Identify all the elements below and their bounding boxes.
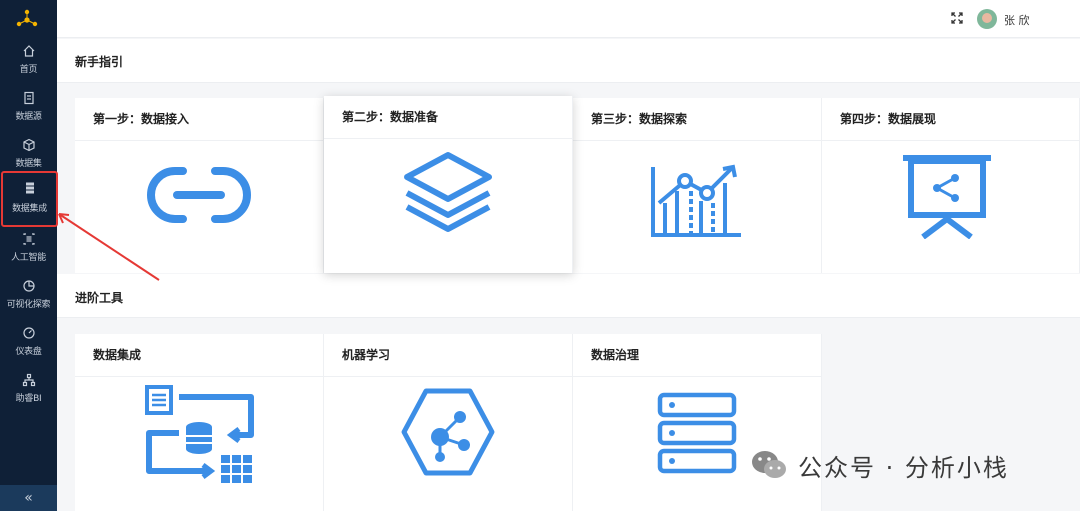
pie-chart-icon: [22, 280, 35, 292]
guide-section-title: 新手指引: [75, 55, 124, 69]
sidebar-item-label: 可视化探索: [6, 300, 51, 310]
tool-card-machine-learning[interactable]: 机器学习: [324, 334, 573, 511]
annotation-arrow: [58, 213, 160, 281]
avatar[interactable]: [977, 9, 997, 29]
card-title: 第二步：数据准备: [324, 96, 572, 139]
watermark: 公众号 · 分析小栈: [750, 446, 1009, 484]
tool-card-data-integration[interactable]: 数据集成: [75, 334, 324, 511]
card-title: 数据治理: [573, 334, 821, 377]
sidebar-item-visual-explore[interactable]: 可视化探索: [0, 275, 57, 319]
data-governance-icon: [657, 392, 737, 474]
app-logo-icon[interactable]: [15, 8, 39, 30]
datasource-icon: [23, 91, 34, 105]
advanced-section-header: [57, 274, 1080, 318]
sidebar-item-label: 数据集: [15, 159, 42, 169]
collapse-sidebar-button[interactable]: «: [0, 485, 57, 511]
data-integration-icon: [145, 385, 254, 483]
sidebar-item-label: 助睿BI: [15, 394, 42, 404]
guide-card-data-display[interactable]: 第四步：数据展现: [822, 98, 1080, 273]
guide-section-header: [57, 39, 1080, 83]
wechat-logo-icon: [752, 451, 786, 478]
tool-card-data-governance[interactable]: 数据治理: [573, 334, 822, 511]
watermark-text: 公众号 · 分析小栈: [798, 453, 1009, 482]
card-title: 第四步：数据展现: [822, 98, 1079, 141]
sidebar-item-dashboard[interactable]: 仪表盘: [0, 322, 57, 366]
sidebar: 首页 数据源 数据集 数据集成 人工智能 可视化探索 仪表盘 助睿BI «: [0, 0, 58, 511]
card-title: 数据集成: [75, 334, 323, 377]
card-title: 第三步：数据探索: [573, 98, 821, 141]
layers-icon: [404, 152, 492, 232]
advanced-section-title: 进阶工具: [75, 291, 124, 305]
sidebar-item-label: 人工智能: [11, 253, 46, 263]
sidebar-item-label: 仪表盘: [15, 347, 42, 357]
card-title: 第一步：数据接入: [75, 98, 323, 141]
sidebar-item-zhurui-bi[interactable]: 助睿BI: [0, 369, 57, 413]
sidebar-item-datasource[interactable]: 数据源: [0, 87, 57, 131]
home-icon: [23, 45, 34, 57]
sidebar-item-label: 数据集成: [12, 204, 47, 214]
trend-chart-icon: [651, 164, 741, 237]
machine-learning-icon: [401, 388, 495, 476]
username[interactable]: 张 欣: [1004, 12, 1030, 28]
guide-card-data-explore[interactable]: 第三步：数据探索: [573, 98, 822, 273]
sidebar-item-label: 数据源: [15, 112, 42, 122]
sidebar-item-ai[interactable]: 人工智能: [0, 228, 57, 272]
sidebar-item-data-integration[interactable]: 数据集成: [1, 171, 58, 227]
top-bar: 张 欣: [57, 0, 1080, 38]
org-chart-icon: [22, 373, 35, 387]
cube-icon: [22, 138, 35, 152]
fullscreen-icon[interactable]: [950, 11, 964, 25]
guide-card-data-prep[interactable]: 第二步：数据准备: [324, 96, 573, 273]
sidebar-item-label: 首页: [19, 65, 38, 75]
gauge-icon: [22, 327, 35, 339]
ai-icon: [22, 233, 35, 245]
sidebar-item-home[interactable]: 首页: [0, 40, 57, 84]
server-icon: [25, 182, 34, 194]
presentation-icon: [902, 155, 991, 239]
card-title: 机器学习: [324, 334, 572, 377]
